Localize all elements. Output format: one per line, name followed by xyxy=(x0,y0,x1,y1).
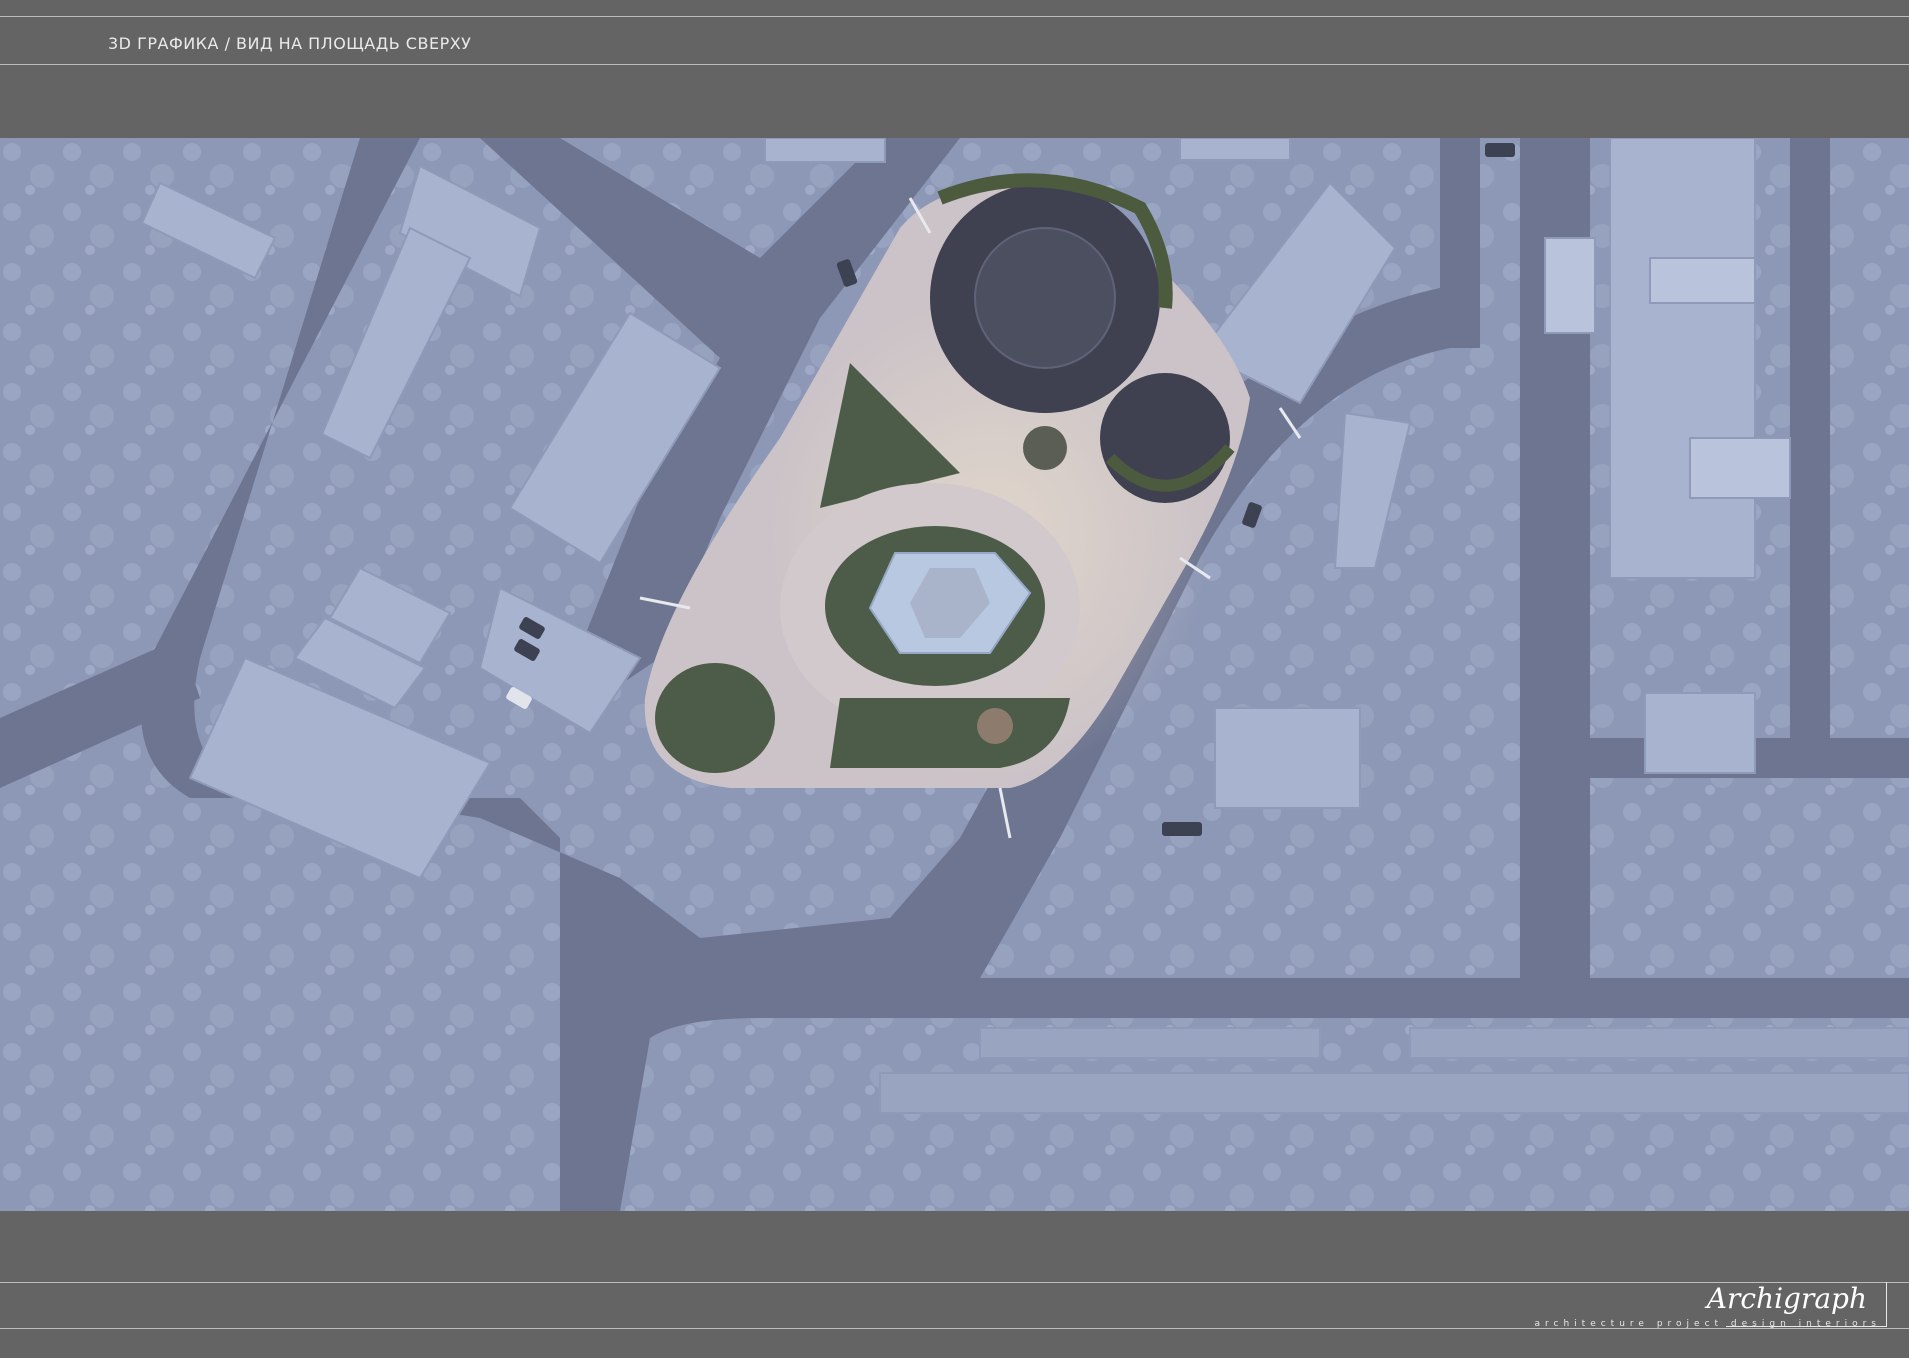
studio-logo: Archigraph architecture project design i… xyxy=(1527,1282,1887,1334)
presentation-sheet: 3D ГРАФИКА / ВИД НА ПЛОЩАДЬ СВЕРХУ Archi… xyxy=(0,0,1909,1358)
aerial-render-image xyxy=(0,138,1909,1211)
logo-tagline: architecture project design interiors xyxy=(1534,1319,1881,1329)
sheet-title: 3D ГРАФИКА / ВИД НА ПЛОЩАДЬ СВЕРХУ xyxy=(108,34,472,53)
logo-signature: Archigraph xyxy=(1706,1282,1867,1315)
top-rule-upper xyxy=(0,16,1909,17)
render-drawing xyxy=(0,138,1909,1211)
top-rule-lower xyxy=(0,64,1909,65)
